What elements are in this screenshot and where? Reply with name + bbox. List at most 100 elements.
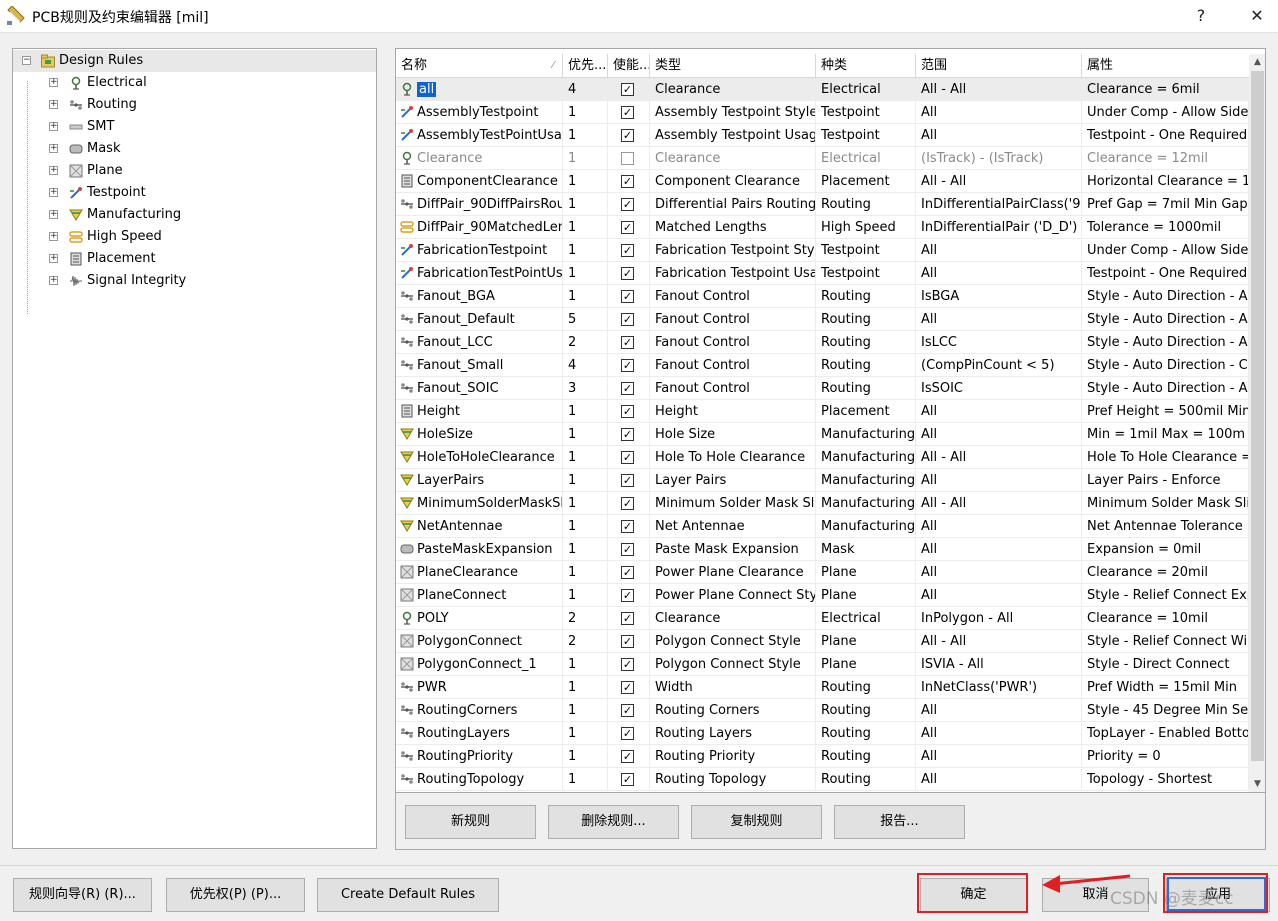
table-row[interactable]: PasteMaskExpansion 1 ✓ Paste Mask Expansion… — [396, 538, 1249, 561]
table-row[interactable]: HoleToHoleClearance 1 ✓ Hole To Hole Cleara… — [396, 446, 1249, 469]
table-row[interactable]: POLY 2 ✓ Clearance Electrical InPolygon - All… — [396, 607, 1249, 630]
expand-toggle-icon[interactable]: + — [49, 210, 58, 219]
table-row[interactable]: RoutingLayers 1 ✓ Routing Layers Routing All T… — [396, 722, 1249, 745]
table-row[interactable]: ComponentClearance 1 ✓ Component Clearance P… — [396, 170, 1249, 193]
scroll-up-icon[interactable]: ▲ — [1249, 54, 1265, 71]
table-row[interactable]: NetAntennae 1 ✓ Net Antennae Manufacturing Al… — [396, 515, 1249, 538]
expand-toggle-icon[interactable]: + — [49, 78, 58, 87]
enabled-checkbox[interactable]: ✓ — [621, 359, 634, 372]
header-priority[interactable]: 优先... — [563, 54, 608, 78]
scroll-thumb[interactable] — [1251, 71, 1264, 761]
enabled-checkbox[interactable]: ✓ — [621, 543, 634, 556]
header-kind[interactable]: 种类 — [816, 54, 916, 78]
tree-item-electrical[interactable]: + Electrical — [13, 72, 376, 94]
tree-item-mask[interactable]: + Mask — [13, 138, 376, 160]
table-row[interactable]: Fanout_LCC 2 ✓ Fanout Control Routing IsLCC St… — [396, 331, 1249, 354]
table-row[interactable]: Height 1 ✓ Height Placement All Pref Height = … — [396, 400, 1249, 423]
expand-toggle-icon[interactable]: + — [49, 232, 58, 241]
enabled-checkbox[interactable]: ✓ — [621, 750, 634, 763]
close-button[interactable]: ✕ — [1244, 4, 1270, 28]
copy-rule-button[interactable]: 复制规则 — [691, 805, 822, 839]
table-row[interactable]: RoutingTopology 1 ✓ Routing Topology Routing… — [396, 768, 1249, 791]
table-row[interactable]: PlaneClearance 1 ✓ Power Plane Clearance Pla… — [396, 561, 1249, 584]
table-row[interactable]: DiffPair_90MatchedLengths1 ✓ Matched Lengt… — [396, 216, 1249, 239]
expand-toggle-icon[interactable]: + — [49, 254, 58, 263]
table-row[interactable]: Fanout_Default 5 ✓ Fanout Control Routing All… — [396, 308, 1249, 331]
enabled-checkbox[interactable]: ✓ — [621, 497, 634, 510]
table-row[interactable]: PolygonConnect_1 1 ✓ Polygon Connect Style P… — [396, 653, 1249, 676]
vertical-scrollbar[interactable]: ▲ ▼ — [1249, 54, 1265, 792]
delete-rule-button[interactable]: 删除规则... — [548, 805, 679, 839]
enabled-checkbox[interactable]: ✓ — [621, 313, 634, 326]
table-row[interactable]: LayerPairs 1 ✓ Layer Pairs Manufacturing All L… — [396, 469, 1249, 492]
priorities-button[interactable]: 优先权(P) (P)... — [166, 878, 305, 912]
table-row[interactable]: all 4 ✓ Clearance Electrical All - All Clearan… — [396, 78, 1249, 101]
enabled-checkbox[interactable]: ✓ — [621, 658, 634, 671]
table-row[interactable]: RoutingPriority 1 ✓ Routing Priority Routing… — [396, 745, 1249, 768]
enabled-checkbox[interactable]: ✓ — [621, 612, 634, 625]
table-row[interactable]: FabricationTestPointUsage1 ✓ Fabrication T… — [396, 262, 1249, 285]
enabled-checkbox[interactable]: ✓ — [621, 198, 634, 211]
enabled-checkbox[interactable]: ✓ — [621, 428, 634, 441]
table-row[interactable]: PlaneConnect 1 ✓ Power Plane Connect Style P… — [396, 584, 1249, 607]
table-row[interactable]: HoleSize 1 ✓ Hole Size Manufacturing All Min =… — [396, 423, 1249, 446]
header-name[interactable]: 名称 ⁄ — [396, 54, 563, 78]
enabled-checkbox[interactable]: ✓ — [621, 474, 634, 487]
table-row[interactable]: DiffPair_90DiffPairsRouting1 ✓ Differentia… — [396, 193, 1249, 216]
enabled-checkbox[interactable]: ✓ — [621, 336, 634, 349]
table-row[interactable]: RoutingCorners 1 ✓ Routing Corners Routing Al… — [396, 699, 1249, 722]
expand-toggle-icon[interactable]: + — [49, 276, 58, 285]
tree-item-testpoint[interactable]: + Testpoint — [13, 182, 376, 204]
table-row[interactable]: PWR 1 ✓ Width Routing InNetClass('PWR') Pref W… — [396, 676, 1249, 699]
create-default-rules-button[interactable]: Create Default Rules — [317, 878, 499, 912]
enabled-checkbox[interactable]: ✓ — [621, 244, 634, 257]
collapse-toggle-icon[interactable]: − — [22, 56, 31, 65]
enabled-checkbox[interactable]: ✓ — [621, 106, 634, 119]
table-row[interactable]: FabricationTestpoint 1 ✓ Fabrication Testpo… — [396, 239, 1249, 262]
table-row[interactable]: MinimumSolderMaskSliver1 ✓ Minimum Solder … — [396, 492, 1249, 515]
tree-item-smt[interactable]: + SMT — [13, 116, 376, 138]
enabled-checkbox[interactable]: ✓ — [621, 704, 634, 717]
enabled-checkbox[interactable]: ✓ — [621, 566, 634, 579]
enabled-checkbox[interactable]: ✓ — [621, 681, 634, 694]
enabled-checkbox[interactable] — [621, 152, 634, 165]
enabled-checkbox[interactable]: ✓ — [621, 221, 634, 234]
enabled-checkbox[interactable]: ✓ — [621, 635, 634, 648]
report-button[interactable]: 报告... — [834, 805, 965, 839]
header-type[interactable]: 类型 — [650, 54, 816, 78]
new-rule-button[interactable]: 新规则 — [405, 805, 536, 839]
enabled-checkbox[interactable]: ✓ — [621, 451, 634, 464]
expand-toggle-icon[interactable]: + — [49, 100, 58, 109]
tree-item-high-speed[interactable]: + High Speed — [13, 226, 376, 248]
enabled-checkbox[interactable]: ✓ — [621, 405, 634, 418]
rule-wizard-button[interactable]: 规则向导(R) (R)... — [13, 878, 152, 912]
table-row[interactable]: Fanout_Small 4 ✓ Fanout Control Routing (Comp… — [396, 354, 1249, 377]
header-attributes[interactable]: 属性 — [1082, 54, 1249, 78]
enabled-checkbox[interactable]: ✓ — [621, 382, 634, 395]
table-row[interactable]: Fanout_SOIC 3 ✓ Fanout Control Routing IsSOIC… — [396, 377, 1249, 400]
header-scope[interactable]: 范围 — [916, 54, 1082, 78]
expand-toggle-icon[interactable]: + — [49, 144, 58, 153]
table-row[interactable]: Clearance 1 Clearance Electrical (IsTrack) -… — [396, 147, 1249, 170]
enabled-checkbox[interactable]: ✓ — [621, 83, 634, 96]
enabled-checkbox[interactable]: ✓ — [621, 727, 634, 740]
enabled-checkbox[interactable]: ✓ — [621, 129, 634, 142]
enabled-checkbox[interactable]: ✓ — [621, 267, 634, 280]
scroll-down-icon[interactable]: ▼ — [1249, 776, 1265, 792]
table-row[interactable]: Fanout_BGA 1 ✓ Fanout Control Routing IsBGA St… — [396, 285, 1249, 308]
rule-category-tree[interactable]: − Design Rules + Electrical + Routing + SMT + M… — [12, 48, 377, 849]
table-row[interactable]: AssemblyTestPointUsage 1 ✓ Assembly Testpoi… — [396, 124, 1249, 147]
table-row[interactable]: PolygonConnect 2 ✓ Polygon Connect Style Pla… — [396, 630, 1249, 653]
tree-item-routing[interactable]: + Routing — [13, 94, 376, 116]
enabled-checkbox[interactable]: ✓ — [621, 175, 634, 188]
tree-item-manufacturing[interactable]: + Manufacturing — [13, 204, 376, 226]
enabled-checkbox[interactable]: ✓ — [621, 290, 634, 303]
table-row[interactable]: AssemblyTestpoint 1 ✓ Assembly Testpoint St… — [396, 101, 1249, 124]
expand-toggle-icon[interactable]: + — [49, 122, 58, 131]
tree-item-placement[interactable]: + Placement — [13, 248, 376, 270]
enabled-checkbox[interactable]: ✓ — [621, 589, 634, 602]
enabled-checkbox[interactable]: ✓ — [621, 520, 634, 533]
help-button[interactable]: ? — [1188, 4, 1214, 28]
expand-toggle-icon[interactable]: + — [49, 166, 58, 175]
tree-root-design-rules[interactable]: − Design Rules — [13, 50, 376, 72]
